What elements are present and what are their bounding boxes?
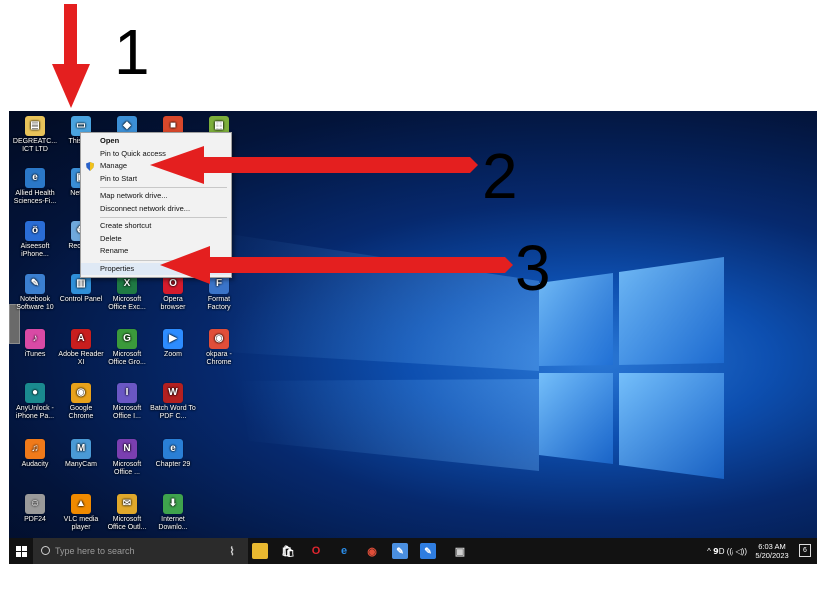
opera-icon[interactable]: O <box>308 543 324 559</box>
outlook-icon: ✉ <box>117 494 137 514</box>
adobe-reader-icon: A <box>71 329 91 349</box>
taskbar-search-box[interactable]: Type here to search <box>33 538 248 564</box>
menu-item-pin-start[interactable]: Pin to Start <box>81 173 231 186</box>
search-icon <box>41 546 50 555</box>
onenote-icon: N <box>117 439 137 459</box>
arrow-1-head <box>52 64 90 108</box>
menu-item-rename[interactable]: Rename <box>81 245 231 258</box>
step-number-2: 2 <box>482 140 518 212</box>
app-icon: ✎ <box>25 274 45 294</box>
desktop-icon-idm[interactable]: ⬇ Internet Downlo... <box>150 494 196 532</box>
vlc-icon: ▲ <box>71 494 91 514</box>
taskbar: Type here to search ⌇ 🛍 O e ◉ ✎ ✎ ▣ ^ 𝟵D… <box>9 538 817 564</box>
itunes-icon: ♪ <box>25 329 45 349</box>
menu-item-delete[interactable]: Delete <box>81 233 231 246</box>
menu-item-disconnect-network-drive[interactable]: Disconnect network drive... <box>81 203 231 216</box>
clock-time: 6:03 AM <box>758 542 786 551</box>
desktop-icon-manycam[interactable]: M ManyCam <box>58 439 104 469</box>
desktop-icon-format-factory[interactable]: F Format Factory <box>196 274 242 312</box>
audacity-icon: ♫ <box>25 439 45 459</box>
edge-file-icon: e <box>163 439 183 459</box>
menu-item-map-network-drive[interactable]: Map network drive... <box>81 190 231 203</box>
menu-item-create-shortcut[interactable]: Create shortcut <box>81 220 231 233</box>
desktop-icon-google-chrome[interactable]: ◉ Google Chrome <box>58 383 104 421</box>
desktop-icon-onenote[interactable]: N Microsoft Office ... <box>104 439 150 477</box>
clock[interactable]: 6:03 AM 5/20/2023 <box>753 542 791 560</box>
desktop-icon-outlook[interactable]: ✉ Microsoft Office Outl... <box>104 494 150 532</box>
desktop-icon-chapter-29[interactable]: e Chapter 29 <box>150 439 196 469</box>
app-icon: W <box>163 383 183 403</box>
menu-item-manage[interactable]: Manage <box>81 160 231 173</box>
groove-icon: G <box>117 329 137 349</box>
camera-icon[interactable]: ▣ <box>452 543 468 559</box>
search-placeholder: Type here to search <box>55 546 135 556</box>
menu-item-properties[interactable]: Properties <box>81 262 231 275</box>
desktop-icon-pdf24[interactable]: ☺ PDF24 <box>12 494 58 524</box>
desktop-icon-zoom[interactable]: ▶ Zoom <box>150 329 196 359</box>
desktop-icon-opera[interactable]: O Opera browser <box>150 274 196 312</box>
app-icon: ö <box>25 221 45 241</box>
folder-icon: ▤ <box>25 116 45 136</box>
step-number-1: 1 <box>114 16 150 88</box>
start-button[interactable] <box>9 538 33 564</box>
microphone-icon[interactable]: ⌇ <box>224 543 240 559</box>
pdf-icon: e <box>25 168 45 188</box>
app-icon: ● <box>25 383 45 403</box>
infopath-icon: I <box>117 383 137 403</box>
desktop-icon-audacity[interactable]: ♫ Audacity <box>12 439 58 469</box>
desktop-icon-anyunlock[interactable]: ● AnyUnlock - iPhone Pa... <box>12 383 58 421</box>
menu-item-open[interactable]: Open <box>81 135 231 148</box>
store-icon[interactable]: 🛍 <box>280 543 296 559</box>
menu-separator <box>100 187 227 188</box>
uac-shield-icon <box>86 162 94 171</box>
pdf24-icon: ☺ <box>25 494 45 514</box>
desktop-icon-adobe-reader[interactable]: A Adobe Reader XI <box>58 329 104 367</box>
chrome-icon[interactable]: ◉ <box>364 543 380 559</box>
step-number-3: 3 <box>515 232 551 304</box>
clock-date: 5/20/2023 <box>755 551 789 560</box>
menu-item-pin-quick-access[interactable]: Pin to Quick access <box>81 148 231 161</box>
desktop-icon-groove[interactable]: G Microsoft Office Gro... <box>104 329 150 367</box>
arrow-1-shaft <box>64 4 77 66</box>
chrome-icon: ◉ <box>209 329 229 349</box>
menu-separator <box>100 259 227 261</box>
desktop-icon-okpara-chrome[interactable]: ◉ okpara - Chrome <box>196 329 242 367</box>
windows-logo-icon <box>15 545 27 557</box>
idm-icon: ⬇ <box>163 494 183 514</box>
desktop-icon-batch-word[interactable]: W Batch Word To PDF C... <box>150 383 196 421</box>
file-explorer-icon[interactable] <box>252 543 268 559</box>
chrome-icon: ◉ <box>71 383 91 403</box>
desktop-icon-notebook[interactable]: ✎ Notebook Software 10 <box>12 274 58 312</box>
desktop-icon-allied-health[interactable]: e Allied Health Sciences-Fi... <box>12 168 58 206</box>
desktop-icon-excel[interactable]: X Microsoft Office Exc... <box>104 274 150 312</box>
manycam-icon: M <box>71 439 91 459</box>
context-menu: Open Pin to Quick access Manage Pin to S… <box>80 132 232 278</box>
menu-separator <box>100 217 227 218</box>
menu-item-manage-label: Manage <box>100 161 128 170</box>
tray-icons[interactable]: ^ 𝟵D ((ᵢ ◁)) <box>707 547 747 556</box>
desktop-icon-vlc[interactable]: ▲ VLC media player <box>58 494 104 532</box>
edge-icon[interactable]: e <box>336 543 352 559</box>
desktop-icon-itunes[interactable]: ♪ iTunes <box>12 329 58 359</box>
notebook-icon[interactable]: ✎ <box>392 543 408 559</box>
desktop-icon-infopath[interactable]: I Microsoft Office I... <box>104 383 150 421</box>
notification-center-icon[interactable]: 6 <box>799 544 811 557</box>
zoom-icon: ▶ <box>163 329 183 349</box>
desktop-icon-degreatc[interactable]: ▤ DEGREATC... ICT LTD <box>12 116 58 154</box>
notebook-icon[interactable]: ✎ <box>420 543 436 559</box>
desktop-icon-aiseesoft[interactable]: ö Aiseesoft iPhone... <box>12 221 58 259</box>
windows-desktop: ▤ DEGREATC... ICT LTD ▭ This PC ◆ ■ ▦ e … <box>9 111 817 564</box>
desktop-icon-control-panel[interactable]: ▥ Control Panel <box>58 274 104 304</box>
